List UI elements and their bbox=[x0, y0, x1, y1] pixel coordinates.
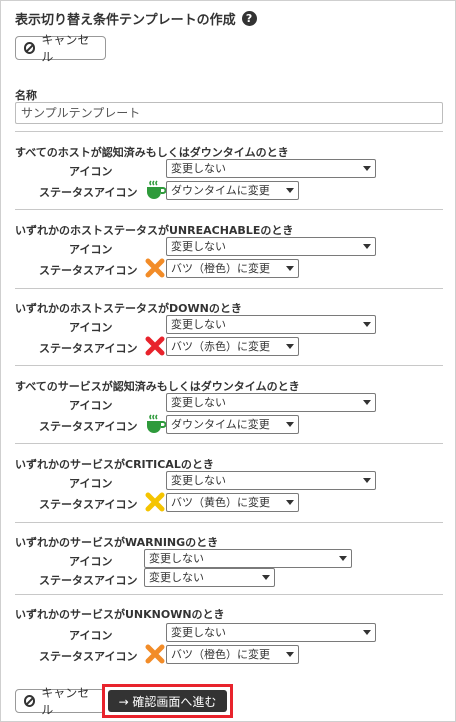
divider bbox=[15, 594, 443, 595]
divider bbox=[15, 209, 443, 210]
icon-label-2: アイコン bbox=[69, 243, 113, 256]
status-icon-label-5: ステータスアイコン bbox=[39, 498, 138, 511]
status-select-5[interactable]: バツ（黄色）に変更 bbox=[166, 493, 299, 512]
coffee-cup-icon bbox=[147, 414, 166, 433]
divider bbox=[15, 522, 443, 523]
status-icon-label-2: ステータスアイコン bbox=[39, 264, 138, 277]
name-label: 名称 bbox=[15, 89, 37, 102]
status-select-2[interactable]: バツ（橙色）に変更 bbox=[166, 259, 299, 278]
icon-select-6[interactable]: 変更しない bbox=[144, 549, 352, 568]
chevron-down-icon bbox=[363, 166, 371, 171]
orange-x-icon bbox=[145, 644, 165, 664]
chevron-down-icon bbox=[286, 188, 294, 193]
icon-label-3: アイコン bbox=[69, 321, 113, 334]
status-icon-label-3: ステータスアイコン bbox=[39, 342, 138, 355]
icon-select-3-value: 変更しない bbox=[171, 318, 226, 331]
page-title: 表示切り替え条件テンプレートの作成 ? bbox=[15, 9, 257, 28]
chevron-down-icon bbox=[363, 400, 371, 405]
section-title-3: いずれかのホストステータスがDOWNのとき bbox=[15, 302, 242, 315]
chevron-down-icon bbox=[286, 344, 294, 349]
chevron-down-icon bbox=[339, 556, 347, 561]
section-title-7: いずれかのサービスがUNKNOWNのとき bbox=[15, 608, 225, 621]
cancel-button-top-label: キャンセル bbox=[41, 33, 90, 64]
chevron-down-icon bbox=[363, 478, 371, 483]
status-select-3-value: バツ（赤色）に変更 bbox=[171, 340, 270, 353]
status-select-6-value: 変更しない bbox=[149, 571, 204, 584]
status-icon-label-7: ステータスアイコン bbox=[39, 650, 138, 663]
coffee-cup-icon bbox=[147, 180, 166, 199]
status-select-1[interactable]: ダウンタイムに変更 bbox=[166, 181, 299, 200]
status-icon-label-1: ステータスアイコン bbox=[39, 186, 138, 199]
cancel-button-bottom[interactable]: キャンセル bbox=[15, 686, 105, 717]
cancel-button-bottom-label: キャンセル bbox=[41, 686, 90, 717]
icon-select-4-value: 変更しない bbox=[171, 396, 226, 409]
status-select-4-value: ダウンタイムに変更 bbox=[171, 418, 270, 431]
yellow-x-icon bbox=[145, 492, 165, 512]
page-frame: 表示切り替え条件テンプレートの作成 ? キャンセル 名称 サンプルテンプレート … bbox=[0, 0, 456, 722]
status-select-6[interactable]: 変更しない bbox=[144, 568, 275, 587]
red-x-icon bbox=[145, 336, 165, 356]
cancel-circle-icon bbox=[24, 695, 36, 707]
icon-select-4[interactable]: 変更しない bbox=[166, 393, 376, 412]
divider bbox=[15, 288, 443, 289]
orange-x-icon bbox=[145, 258, 165, 278]
status-select-3[interactable]: バツ（赤色）に変更 bbox=[166, 337, 299, 356]
confirm-button-label: → 確認画面へ進む bbox=[118, 694, 217, 709]
section-title-4: すべてのサービスが認知済みもしくはダウンタイムのとき bbox=[15, 380, 300, 393]
divider bbox=[15, 365, 443, 366]
cancel-button-top[interactable]: キャンセル bbox=[15, 33, 106, 64]
chevron-down-icon bbox=[286, 500, 294, 505]
status-select-7-value: バツ（橙色）に変更 bbox=[171, 648, 270, 661]
chevron-down-icon bbox=[363, 244, 371, 249]
cancel-circle-icon bbox=[24, 42, 36, 54]
icon-select-6-value: 変更しない bbox=[149, 552, 204, 565]
icon-select-2[interactable]: 変更しない bbox=[166, 237, 376, 256]
page-title-text: 表示切り替え条件テンプレートの作成 bbox=[15, 13, 236, 28]
divider bbox=[15, 131, 443, 132]
icon-label-7: アイコン bbox=[69, 629, 113, 642]
chevron-down-icon bbox=[286, 422, 294, 427]
section-title-1: すべてのホストが認知済みもしくはダウンタイムのとき bbox=[15, 146, 289, 159]
name-input[interactable]: サンプルテンプレート bbox=[15, 102, 443, 124]
icon-select-5[interactable]: 変更しない bbox=[166, 471, 376, 490]
icon-select-7-value: 変更しない bbox=[171, 626, 226, 639]
confirm-button-highlight: → 確認画面へ進む bbox=[102, 684, 233, 718]
icon-select-5-value: 変更しない bbox=[171, 474, 226, 487]
section-title-2: いずれかのホストステータスがUNREACHABLEのとき bbox=[15, 224, 294, 237]
chevron-down-icon bbox=[363, 322, 371, 327]
icon-select-1[interactable]: 変更しない bbox=[166, 159, 376, 178]
status-select-2-value: バツ（橙色）に変更 bbox=[171, 262, 270, 275]
chevron-down-icon bbox=[262, 575, 270, 580]
chevron-down-icon bbox=[286, 266, 294, 271]
divider bbox=[15, 443, 443, 444]
icon-label-5: アイコン bbox=[69, 477, 113, 490]
section-title-5: いずれかのサービスがCRITICALのとき bbox=[15, 458, 214, 471]
icon-label-6: アイコン bbox=[69, 555, 113, 568]
icon-label-4: アイコン bbox=[69, 399, 113, 412]
section-title-6: いずれかのサービスがWARNINGのとき bbox=[15, 536, 219, 549]
status-icon-label-6: ステータスアイコン bbox=[39, 574, 138, 587]
help-icon[interactable]: ? bbox=[241, 11, 257, 26]
chevron-down-icon bbox=[286, 652, 294, 657]
status-select-1-value: ダウンタイムに変更 bbox=[171, 184, 270, 197]
icon-select-7[interactable]: 変更しない bbox=[166, 623, 376, 642]
status-select-4[interactable]: ダウンタイムに変更 bbox=[166, 415, 299, 434]
status-select-7[interactable]: バツ（橙色）に変更 bbox=[166, 645, 299, 664]
confirm-button[interactable]: → 確認画面へ進む bbox=[108, 690, 227, 712]
icon-select-3[interactable]: 変更しない bbox=[166, 315, 376, 334]
chevron-down-icon bbox=[363, 630, 371, 635]
icon-label-1: アイコン bbox=[69, 165, 113, 178]
icon-select-1-value: 変更しない bbox=[171, 162, 226, 175]
icon-select-2-value: 変更しない bbox=[171, 240, 226, 253]
status-icon-label-4: ステータスアイコン bbox=[39, 420, 138, 433]
status-select-5-value: バツ（黄色）に変更 bbox=[171, 496, 270, 509]
